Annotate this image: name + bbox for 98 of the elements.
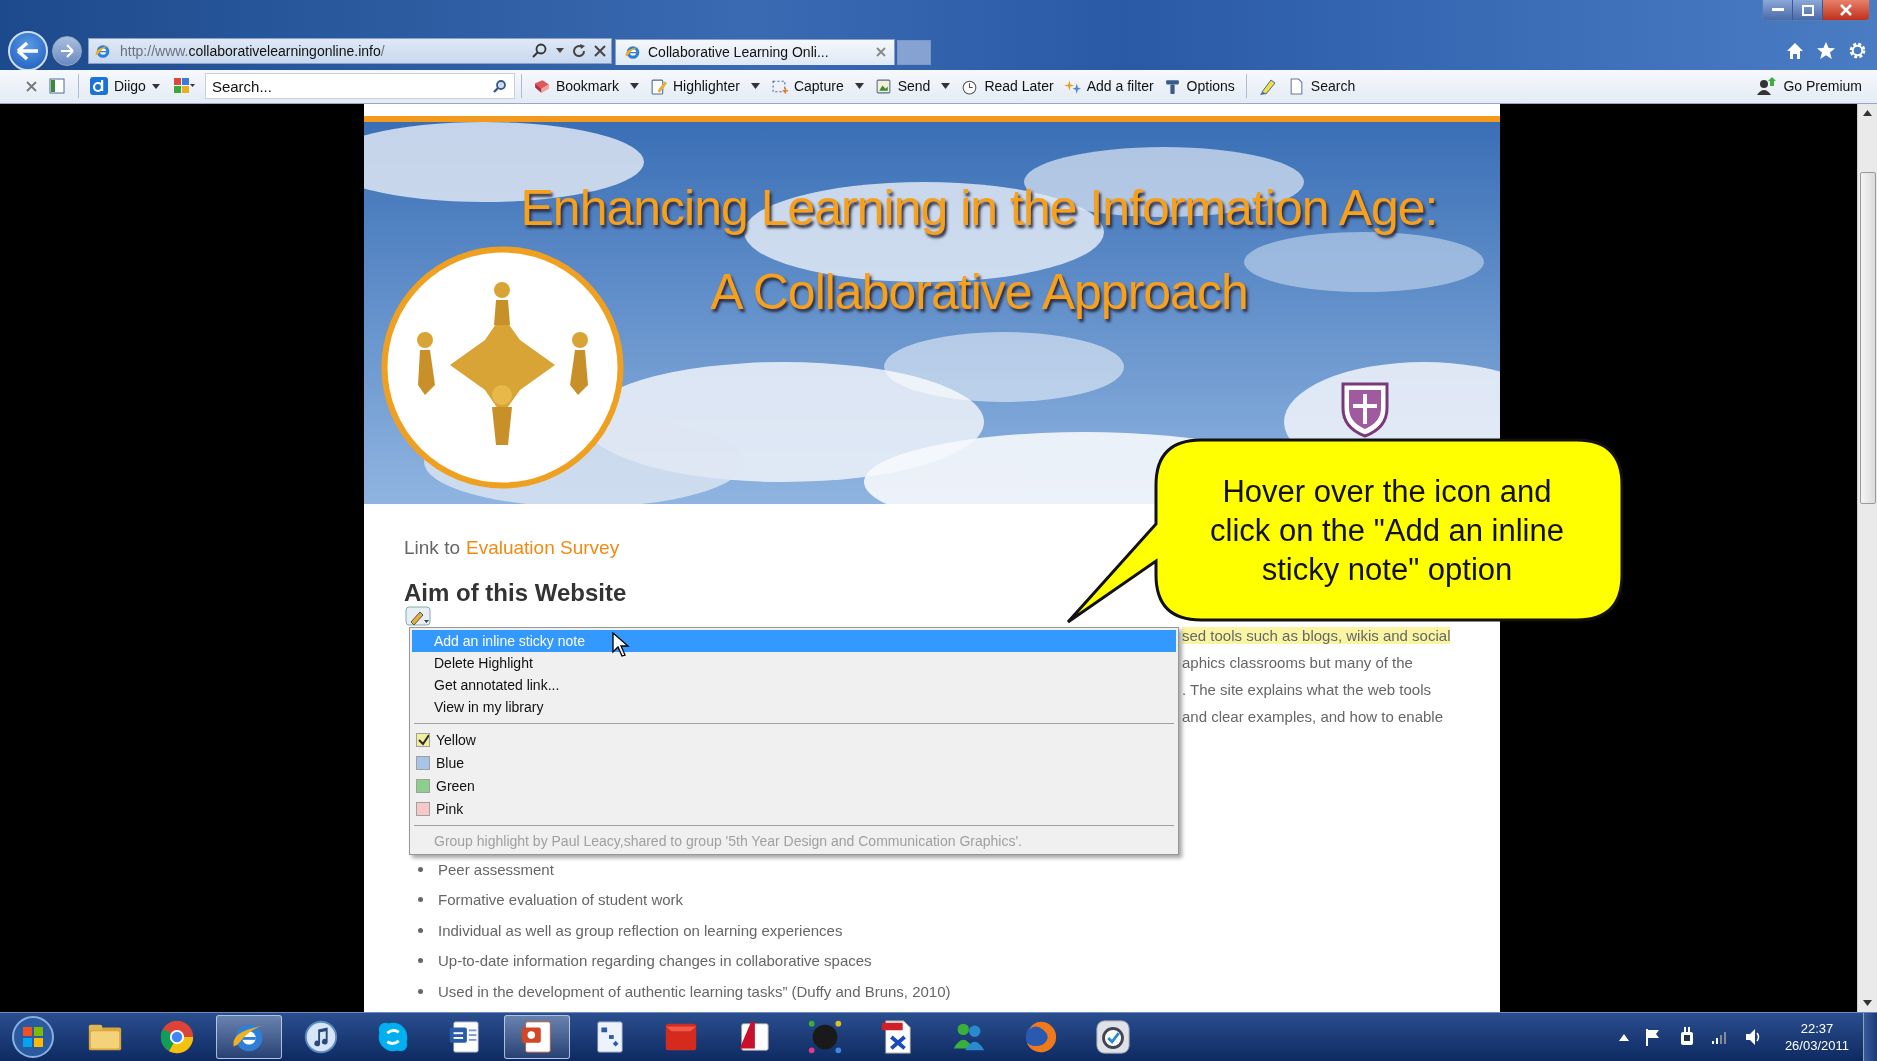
clock-time: 22:37 xyxy=(1800,1020,1834,1037)
paragraph-text: and clear examples, and how to enable xyxy=(1182,708,1443,725)
power-plug-icon[interactable] xyxy=(1678,1027,1695,1047)
forward-arrow-icon xyxy=(59,43,75,58)
refresh-icon[interactable] xyxy=(572,43,586,58)
taskbar-button[interactable] xyxy=(216,1015,282,1059)
color-swatch[interactable] xyxy=(416,778,430,793)
cursor-icon xyxy=(612,632,630,658)
minimize-icon xyxy=(1771,8,1784,12)
toolbar-button[interactable]: Add a filter xyxy=(1058,75,1159,97)
menu-item[interactable]: Blue xyxy=(436,754,465,771)
toolbar-button[interactable]: Capture xyxy=(765,75,849,97)
scroll-up-icon[interactable] xyxy=(1863,110,1872,116)
callout-text: Hover over the icon and click on the "Add an inline sticky note" option xyxy=(1209,473,1565,589)
scroll-down-icon[interactable] xyxy=(1863,1000,1872,1006)
tray-expand-icon[interactable] xyxy=(1618,1033,1629,1041)
close-tab-icon[interactable] xyxy=(876,47,886,57)
paragraph-text: . The site explains what the web tools xyxy=(1182,681,1432,698)
back-button[interactable] xyxy=(8,30,48,71)
clock-check-icon xyxy=(1094,1018,1132,1056)
bullet-icon xyxy=(418,958,423,964)
globe-swoosh-icon xyxy=(624,43,642,61)
toolbar-button[interactable]: Bookmark xyxy=(527,75,624,97)
toolbar-button[interactable]: Options xyxy=(1158,75,1240,97)
sidebar-icon[interactable] xyxy=(49,78,66,95)
section-heading: Aim of this Website xyxy=(404,578,627,608)
paragraph-text: sed tools such as blogs, wikis and social xyxy=(1182,627,1451,644)
search-field[interactable]: Search... xyxy=(204,73,515,100)
bullet-icon xyxy=(418,897,423,903)
premium-button[interactable]: Go Premium xyxy=(1752,75,1867,98)
person-arrow-icon xyxy=(1757,77,1778,96)
tricolor-ball-icon xyxy=(158,1018,196,1056)
close-button[interactable] xyxy=(1823,0,1869,20)
list-item-text: Up-to-date information regarding changes in collaborative spaces xyxy=(438,952,872,970)
url-text: http://www.collaborativelearningonline.info/ xyxy=(120,42,386,59)
caret-icon[interactable] xyxy=(854,83,864,90)
bullet-icon xyxy=(418,988,423,994)
banner-title: Enhancing Learning in the Information Age: A Collaborative Approach xyxy=(519,179,1439,322)
menu-item[interactable]: Green xyxy=(436,777,475,794)
menu-item[interactable]: Get annotated link... xyxy=(412,674,1176,696)
caret-icon xyxy=(151,83,160,89)
menu-note: Group highlight by Paul Leacy,shared to group '5th Year Design and Communication Graphics'. xyxy=(433,832,1023,851)
close-toolbar-icon[interactable] xyxy=(26,80,37,92)
star-icon[interactable] xyxy=(1816,41,1836,60)
caret-icon[interactable] xyxy=(750,83,760,90)
marker-icon[interactable] xyxy=(1258,77,1277,96)
back-arrow-icon xyxy=(16,40,40,61)
scrollbar-thumb[interactable] xyxy=(1859,172,1876,504)
book-icon xyxy=(532,77,550,95)
stop-icon[interactable] xyxy=(594,44,606,57)
menu-item[interactable]: Yellow xyxy=(436,731,476,748)
scrollbar[interactable] xyxy=(1857,104,1877,1012)
list-item-text: Used in the development of authentic learning tasks” (Duffy and Bruns, 2010) xyxy=(438,982,951,1000)
address-bar[interactable]: http://www.collaborativelearningonline.info/ xyxy=(88,37,612,64)
show-desktop-button[interactable] xyxy=(1863,1013,1877,1061)
paragraph-text: aphics classrooms but many of the xyxy=(1182,654,1413,671)
color-swatch[interactable] xyxy=(416,732,430,747)
clock[interactable]: 22:37 26/03/2011 xyxy=(1784,1020,1849,1054)
volume-icon[interactable] xyxy=(1744,1028,1761,1046)
signal-icon[interactable] xyxy=(1710,1030,1729,1044)
caret-icon[interactable] xyxy=(941,83,951,90)
color-swatch[interactable] xyxy=(416,755,430,770)
close-icon xyxy=(1840,4,1852,16)
link-label: Link to xyxy=(404,536,460,560)
restore-icon xyxy=(1801,4,1814,16)
d-logo-icon xyxy=(90,77,108,96)
toolbar-button[interactable]: Highlighter xyxy=(644,75,745,97)
pencil-button[interactable] xyxy=(405,606,431,626)
bullet-icon xyxy=(418,927,423,933)
bullet-icon xyxy=(418,866,423,872)
settings-icon[interactable] xyxy=(1848,41,1867,60)
home-icon[interactable] xyxy=(1786,41,1804,60)
toolbar-button[interactable]: Read Later xyxy=(956,75,1059,97)
menu-item[interactable]: View in my library xyxy=(412,696,1176,718)
menu-item[interactable]: Pink xyxy=(436,800,464,817)
maximize-button[interactable] xyxy=(1793,0,1823,20)
search-icon[interactable] xyxy=(492,79,507,94)
browser-tab[interactable]: Collaborative Learning Onli... xyxy=(615,38,895,65)
music-note-icon xyxy=(302,1018,340,1056)
clock-date: 26/03/2011 xyxy=(1784,1037,1849,1054)
color-swatch[interactable] xyxy=(416,801,430,816)
pen-page-icon xyxy=(649,77,667,95)
picture-frame-icon xyxy=(874,77,892,95)
diigo-button[interactable]: Diigo xyxy=(85,75,165,98)
list-item-text: Peer assessment xyxy=(438,860,554,878)
caret-icon[interactable] xyxy=(629,83,639,90)
list-item-text: Formative evaluation of student work xyxy=(438,891,684,909)
forward-button[interactable] xyxy=(52,35,82,66)
dark-ball-icon xyxy=(806,1018,844,1056)
taskbar-button[interactable] xyxy=(504,1015,570,1059)
hammer-icon xyxy=(1163,77,1181,95)
menu-item[interactable]: Delete Highlight xyxy=(412,652,1176,674)
toolbar-button[interactable]: Send xyxy=(869,75,936,97)
search-icon[interactable] xyxy=(532,42,548,59)
list-item-text: Individual as well as group reflection on learning experiences xyxy=(438,921,843,939)
minimize-button[interactable] xyxy=(1763,0,1793,20)
toolbar-button[interactable]: Search xyxy=(1282,75,1361,97)
caret-icon[interactable] xyxy=(556,48,564,53)
